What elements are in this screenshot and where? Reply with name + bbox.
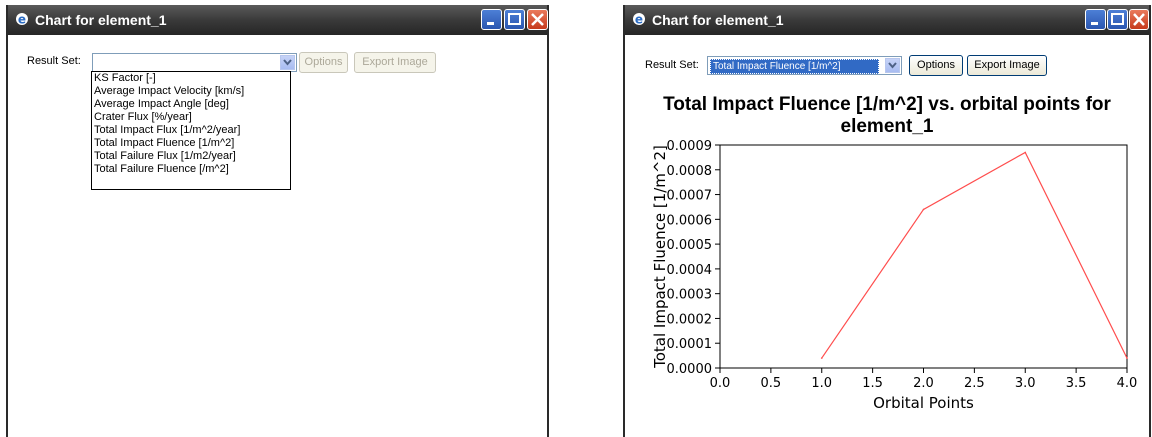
x-tick-label: 2.5 <box>964 376 985 391</box>
y-tick-label: 0.0006 <box>667 213 713 228</box>
svg-text:e: e <box>635 13 643 27</box>
list-item[interactable]: Average Impact Angle [deg] <box>92 98 290 111</box>
y-axis-label: Total Impact Fluence [1/m^2] <box>651 145 669 369</box>
combo-dropdown-button[interactable] <box>885 58 900 73</box>
x-tick-label: 1.5 <box>862 376 883 391</box>
x-tick-label: 0.5 <box>761 376 782 391</box>
minimize-button[interactable] <box>1085 9 1106 30</box>
x-tick-label: 4.0 <box>1117 376 1138 391</box>
left-chart-window: e Chart for element_1 Result Set: Option… <box>6 5 549 437</box>
plot-area <box>719 144 1128 369</box>
maximize-button[interactable] <box>504 9 525 30</box>
list-item[interactable]: Average Impact Velocity [km/s] <box>92 85 290 98</box>
result-set-combo[interactable]: Total Impact Fluence [1/m^2] <box>707 56 902 75</box>
y-tick-label: 0.0001 <box>667 337 713 352</box>
window-title: Chart for element_1 <box>35 12 167 28</box>
list-item[interactable]: KS Factor [-] <box>92 72 290 85</box>
y-tick-label: 0.0009 <box>667 140 713 154</box>
result-set-label: Result Set: <box>27 55 81 67</box>
x-tick-label: 2.0 <box>913 376 934 391</box>
list-item[interactable]: Total Impact Flux [1/m^2/year] <box>92 124 290 137</box>
right-window-client: Result Set: Total Impact Fluence [1/m^2]… <box>625 35 1149 437</box>
y-tick-label: 0.0004 <box>667 263 713 278</box>
y-tick-label: 0.0008 <box>667 164 713 179</box>
list-item[interactable]: Crater Flux [%/year] <box>92 111 290 124</box>
y-tick-label: 0.0002 <box>667 312 713 327</box>
list-item[interactable]: Total Failure Fluence [/m^2] <box>92 163 290 176</box>
ie-icon: e <box>16 13 28 27</box>
right-title-bar[interactable]: e Chart for element_1 <box>625 5 1149 35</box>
list-item[interactable]: Total Impact Fluence [1/m^2] <box>92 137 290 150</box>
maximize-icon <box>508 13 521 25</box>
y-tick-label: 0.0005 <box>667 238 713 253</box>
export-image-button[interactable]: Export Image <box>967 55 1047 76</box>
x-tick-label: 3.0 <box>1015 376 1036 391</box>
combo-dropdown-button[interactable] <box>280 55 295 70</box>
result-set-value <box>95 56 99 69</box>
close-button[interactable] <box>527 9 548 30</box>
close-button[interactable] <box>1129 9 1149 30</box>
data-point <box>820 357 823 359</box>
x-axis-label: Orbital Points <box>873 394 974 412</box>
list-item[interactable]: Total Failure Flux [1/m2/year] <box>92 150 290 163</box>
chevron-down-icon <box>283 59 292 66</box>
data-point <box>922 208 925 211</box>
ie-icon: e <box>633 13 645 27</box>
maximize-button[interactable] <box>1107 9 1128 30</box>
line-chart: 0.00000.00010.00020.00030.00040.00050.00… <box>651 140 1138 412</box>
x-tick-label: 0.0 <box>710 376 731 391</box>
y-tick-label: 0.0000 <box>667 362 713 377</box>
chart-title-line-1: Total Impact Fluence [1/m^2] vs. orbital… <box>663 94 1111 115</box>
close-icon <box>1133 13 1145 26</box>
x-tick-label: 3.5 <box>1066 376 1087 391</box>
maximize-icon <box>1111 13 1124 25</box>
export-image-button[interactable]: Export Image <box>354 52 436 73</box>
result-set-combo[interactable] <box>92 53 297 72</box>
x-tick-label: 1.0 <box>811 376 832 391</box>
right-chart-window: e Chart for element_1 Result Set: Total … <box>623 5 1151 437</box>
options-button[interactable]: Options <box>909 55 963 76</box>
minimize-button[interactable] <box>481 9 502 30</box>
chevron-down-icon <box>888 62 897 69</box>
result-set-dropdown-list: KS Factor [-] Average Impact Velocity [k… <box>91 71 291 190</box>
left-title-bar[interactable]: e Chart for element_1 <box>8 5 548 35</box>
data-point <box>1024 151 1027 154</box>
result-set-value: Total Impact Fluence [1/m^2] <box>710 59 879 74</box>
minimize-icon <box>487 22 494 25</box>
window-title: Chart for element_1 <box>652 12 784 28</box>
y-tick-label: 0.0007 <box>667 189 713 204</box>
minimize-icon <box>1091 22 1098 25</box>
result-set-label: Result Set: <box>645 59 699 71</box>
y-tick-label: 0.0003 <box>667 288 713 303</box>
options-button[interactable]: Options <box>299 52 348 73</box>
svg-text:e: e <box>18 13 26 27</box>
chart-title-line-2: element_1 <box>840 116 934 137</box>
close-icon <box>531 13 544 26</box>
data-point <box>1126 357 1128 359</box>
